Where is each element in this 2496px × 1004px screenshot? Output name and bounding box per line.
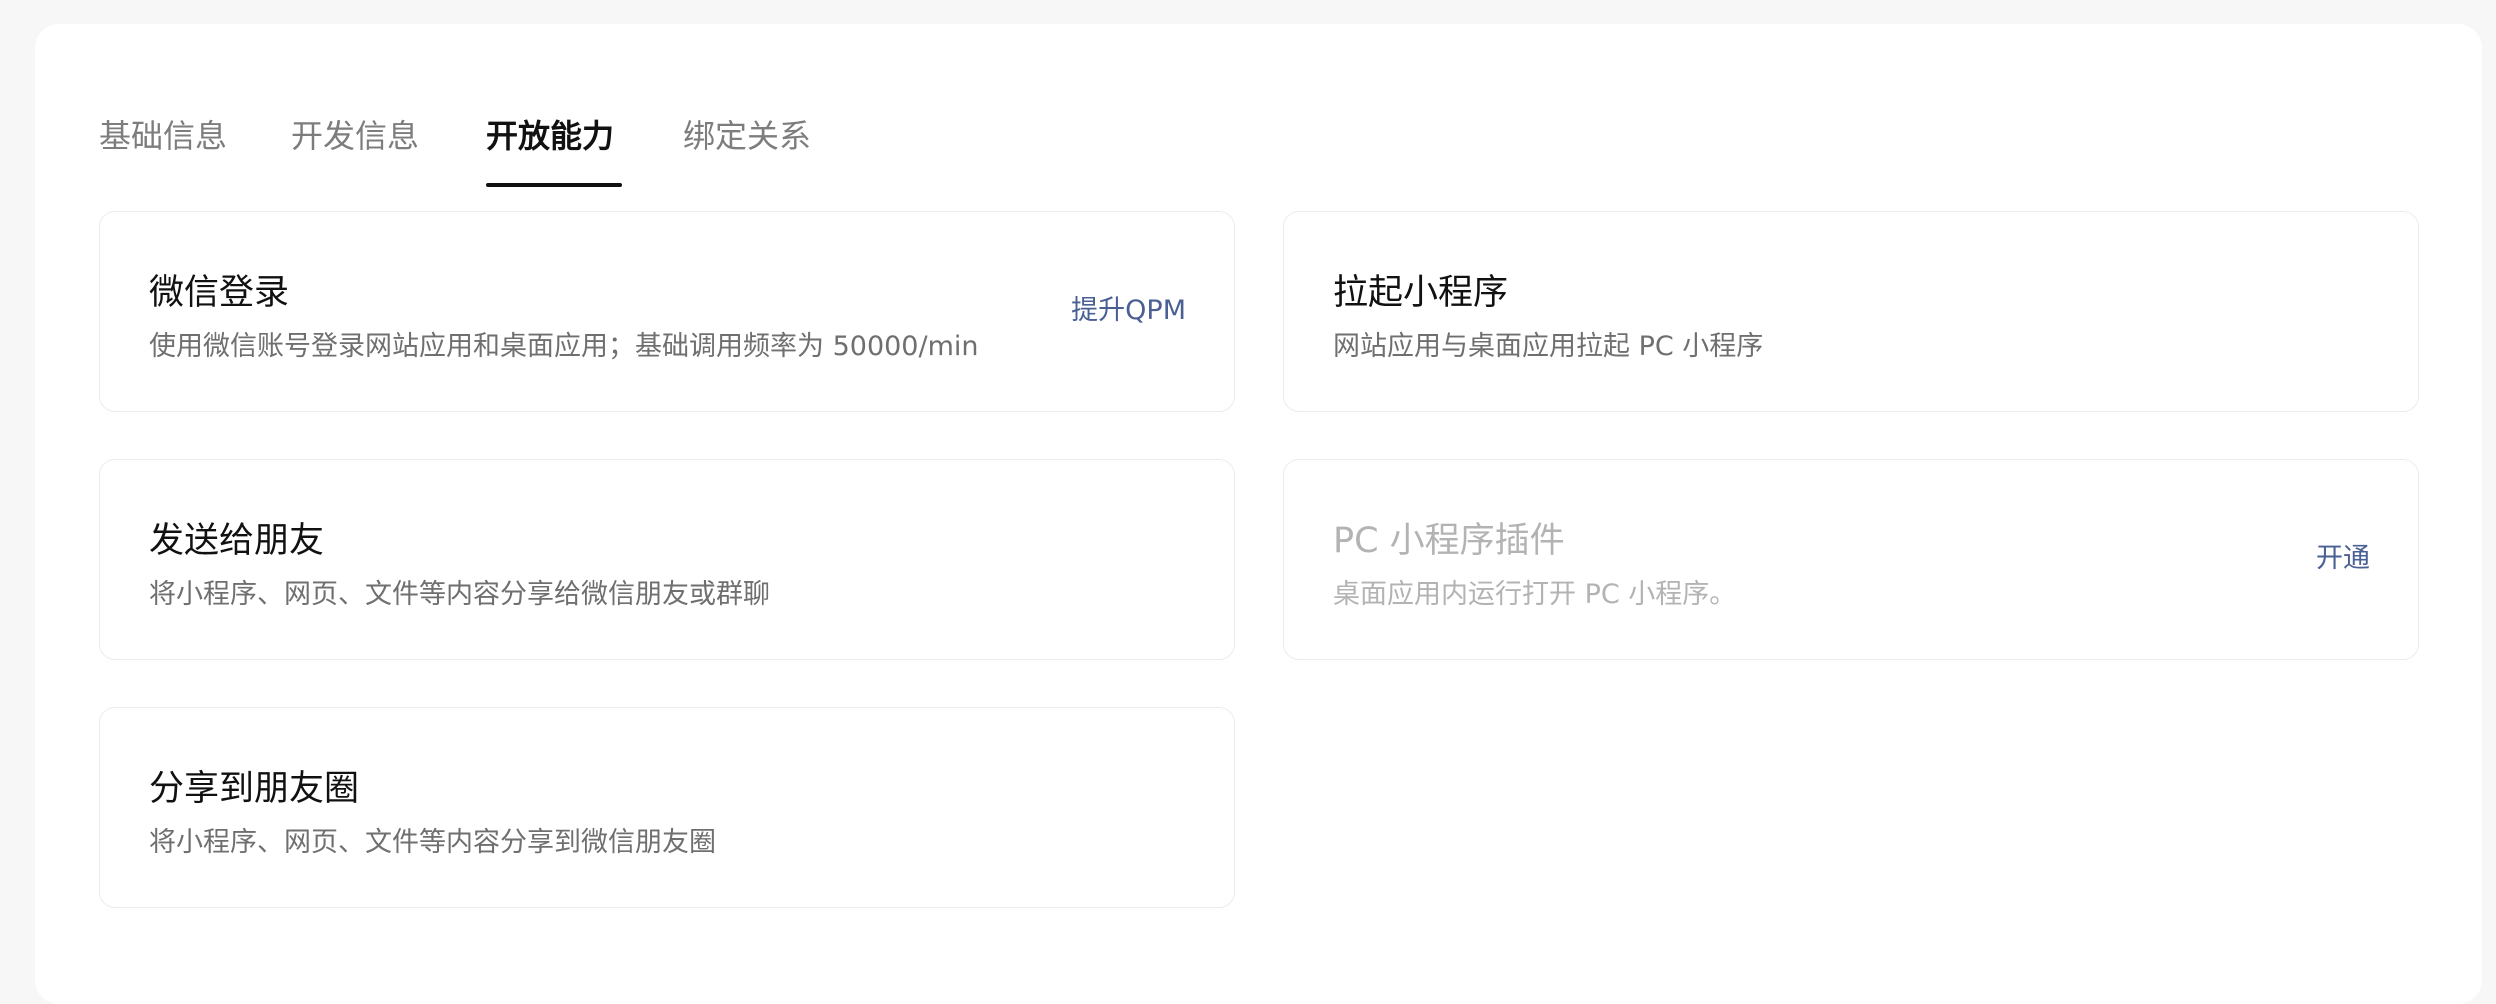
card-title: 微信登录 — [149, 273, 290, 313]
upgrade-qpm-link[interactable]: 提升QPM — [1071, 292, 1186, 330]
capability-card-wechat-login: 微信登录 使用微信账号登录网站应用和桌面应用；基础调用频率为 50000/min… — [99, 211, 1235, 412]
card-description: 将小程序、网页、文件等内容分享给微信朋友或群聊 — [149, 579, 770, 610]
capability-card-send-to-friend: 发送给朋友 将小程序、网页、文件等内容分享给微信朋友或群聊 — [99, 459, 1235, 660]
capability-card-launch-mini-program: 拉起小程序 网站应用与桌面应用拉起 PC 小程序 — [1283, 211, 2419, 412]
active-tab-indicator — [486, 183, 622, 187]
capability-card-share-to-moments: 分享到朋友圈 将小程序、网页、文件等内容分享到微信朋友圈 — [99, 707, 1235, 908]
card-description: 使用微信账号登录网站应用和桌面应用；基础调用频率为 50000/min — [149, 331, 979, 362]
card-description: 网站应用与桌面应用拉起 PC 小程序 — [1333, 331, 1764, 362]
content-panel: 基础信息 开发信息 开放能力 绑定关系 微信登录 使用微信账号登录网站应用和桌面… — [35, 24, 2482, 1004]
activate-link[interactable]: 开通 — [2316, 540, 2370, 578]
card-title: PC 小程序插件 — [1333, 521, 1565, 561]
card-title: 发送给朋友 — [149, 521, 325, 561]
tab-basic-info[interactable]: 基础信息 — [99, 110, 227, 162]
card-title: 拉起小程序 — [1333, 273, 1509, 313]
capability-card-pc-mini-program-plugin: PC 小程序插件 桌面应用内运行打开 PC 小程序。 开通 — [1283, 459, 2419, 660]
card-title: 分享到朋友圈 — [149, 769, 360, 809]
tab-dev-info[interactable]: 开发信息 — [291, 110, 419, 162]
card-description: 桌面应用内运行打开 PC 小程序。 — [1333, 579, 1737, 610]
tab-open-capabilities[interactable]: 开放能力 — [486, 110, 614, 162]
tab-binding-relations[interactable]: 绑定关系 — [683, 110, 811, 162]
card-description: 将小程序、网页、文件等内容分享到微信朋友圈 — [149, 827, 716, 858]
